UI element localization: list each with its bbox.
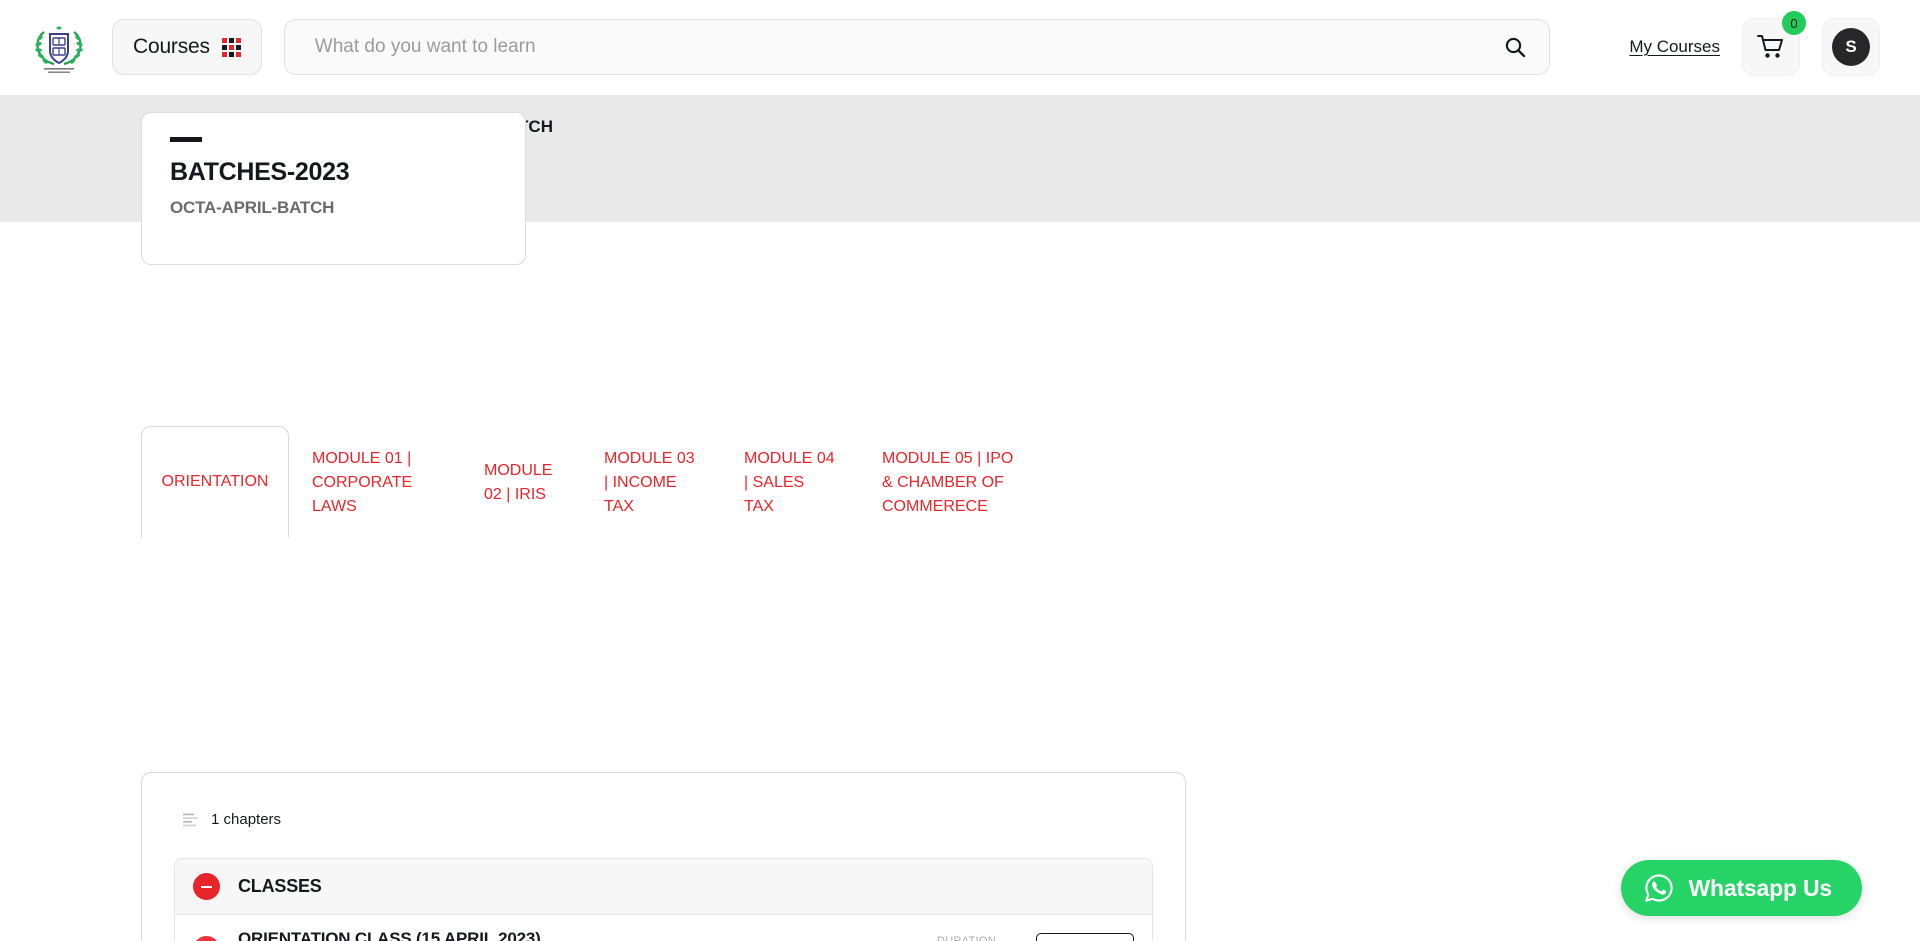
tab-orientation[interactable]: ORIENTATION [141,426,289,538]
whatsapp-chat-button[interactable]: Whatsapp Us [1620,860,1862,916]
list-icon [183,813,198,826]
tab-module-05[interactable]: MODULE 05 | IPO & CHAMBER OF COMMERECE [859,426,1037,538]
play-icon[interactable] [193,935,220,941]
avatar: S [1832,28,1870,66]
module-content-panel: 1 chapters CLASSES ORIENTATION CLASS (15… [141,772,1186,941]
whatsapp-icon [1644,874,1673,902]
minus-icon[interactable] [193,873,220,900]
chapters-count-label: 1 chapters [211,811,282,828]
tab-module-04[interactable]: MODULE 04 | SALES TAX [721,426,859,538]
course-summary-card: BATCHES-2023 OCTA-APRIL-BATCH [141,112,526,265]
courses-menu-button[interactable]: Courses [112,19,262,75]
grid-icon [221,37,241,57]
table-row[interactable]: ORIENTATION CLASS (15 APRIL 2023) Record… [175,915,1152,941]
tab-module-03[interactable]: MODULE 03 | INCOME TAX [581,426,721,538]
module-tabs-area: ORIENTATION MODULE 01 | CORPORATE LAWS M… [141,426,1186,538]
lecture-info: ORIENTATION CLASS (15 APRIL 2023) Record… [238,929,919,941]
tab-label: MODULE 03 | INCOME TAX [604,449,695,515]
cart-icon [1757,35,1783,58]
tab-label: MODULE 02 | IRIS [484,461,553,503]
lecture-title: ORIENTATION CLASS (15 APRIL 2023) [238,929,541,941]
search-button[interactable] [1501,33,1529,61]
cart-count-badge: 0 [1782,11,1806,35]
courses-menu-label: Courses [133,35,210,58]
lecture-duration: DURATION 106.9 min [937,935,996,941]
whatsapp-label: Whatsapp Us [1688,874,1833,901]
my-courses-link[interactable]: My Courses [1629,37,1720,57]
module-tabs: ORIENTATION MODULE 01 | CORPORATE LAWS M… [141,426,1186,538]
tab-label: MODULE 04 | SALES TAX [744,449,835,515]
tab-module-02[interactable]: MODULE 02 | IRIS [461,426,581,538]
card-accent-dash [170,137,202,142]
chapter-accordion: CLASSES ORIENTATION CLASS (15 APRIL 2023… [174,858,1153,941]
user-menu-button[interactable]: S [1822,18,1880,76]
chapter-header-classes[interactable]: CLASSES [175,859,1152,915]
institute-crest-logo [35,26,83,73]
cart-button[interactable]: 0 [1742,11,1806,76]
tab-label: MODULE 05 | IPO & CHAMBER OF COMMERECE [882,449,1014,515]
tab-module-01[interactable]: MODULE 01 | CORPORATE LAWS [289,426,461,538]
chapters-count-row: 1 chapters [174,811,1153,828]
duration-label: DURATION [936,934,996,941]
search-input[interactable] [284,20,1549,74]
course-subtitle: OCTA-APRIL-BATCH [170,198,335,217]
search-bar[interactable] [283,19,1550,75]
header-actions: My Courses 0 S [1629,11,1880,76]
chapter-title: CLASSES [238,876,322,896]
search-icon [1505,37,1525,58]
tab-label: ORIENTATION [161,473,269,490]
course-title: BATCHES-2023 [170,158,350,186]
site-logo[interactable] [28,16,90,78]
tab-label: MODULE 01 | CORPORATE LAWS [312,449,413,515]
site-header: Courses My Courses 0 S [0,0,1920,95]
watch-button[interactable]: Watch [1036,933,1134,941]
